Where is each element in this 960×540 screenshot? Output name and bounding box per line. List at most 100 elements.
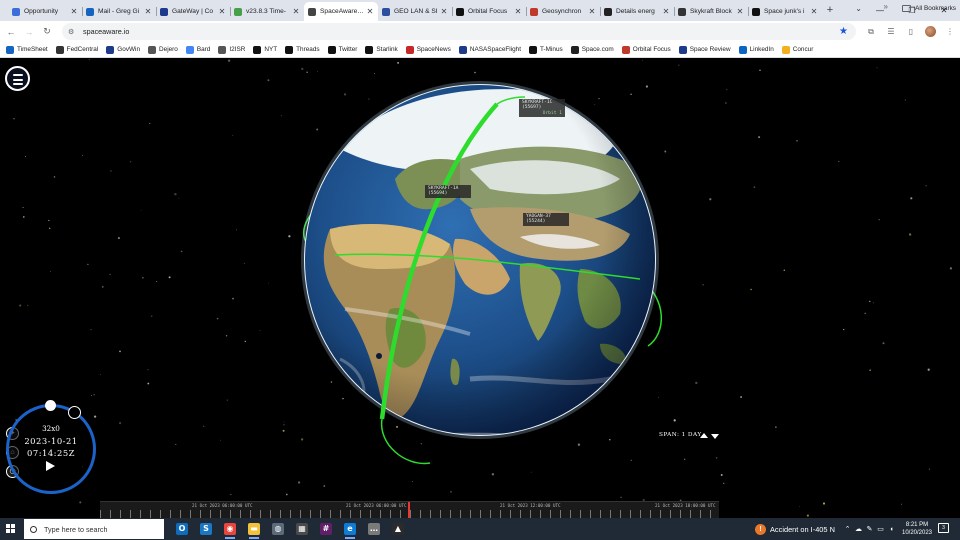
satellite-marker[interactable] xyxy=(376,353,382,359)
extensions-icon[interactable]: ⧉ xyxy=(861,27,881,37)
bookmark-spacenews[interactable]: SpaceNews xyxy=(402,45,455,54)
star xyxy=(598,97,600,100)
show-hidden-icons-icon[interactable]: ⌃ xyxy=(842,525,853,533)
bookmark-twitter[interactable]: Twitter xyxy=(324,45,362,54)
star xyxy=(373,73,375,75)
network-icon[interactable]: ◍ xyxy=(266,518,290,540)
back-button[interactable]: ← xyxy=(2,27,20,37)
tab-11[interactable]: Space junk's i ✕ xyxy=(748,2,822,21)
s-app-icon[interactable]: S xyxy=(194,518,218,540)
pen-icon[interactable]: ✎ xyxy=(864,525,875,533)
news-widget[interactable]: ! Accident on I-405 N xyxy=(755,518,835,540)
bookmark-i2isr[interactable]: I2ISR xyxy=(214,45,249,54)
tab-3[interactable]: GateWay | Co ✕ xyxy=(156,2,230,21)
bookmark-dejero[interactable]: Dejero xyxy=(144,45,182,54)
taskbar-search-box[interactable]: Type here to search xyxy=(24,519,164,539)
bookmark-linkedin[interactable]: LinkedIn xyxy=(735,45,778,54)
reload-button[interactable]: ↻ xyxy=(38,26,56,37)
tab-close-icon[interactable]: ✕ xyxy=(514,7,522,16)
bookmark-bard[interactable]: Bard xyxy=(182,45,215,54)
photos-icon[interactable]: ▲ xyxy=(386,518,410,540)
star xyxy=(110,170,112,172)
tab-close-icon[interactable]: ✕ xyxy=(588,7,596,16)
bookmark-space-review[interactable]: Space Review xyxy=(675,45,735,54)
bookmark-nasaspaceflight[interactable]: NASASpaceFlight xyxy=(455,45,525,54)
media-queue-icon[interactable]: ☰ xyxy=(881,27,901,36)
windows-start-icon[interactable] xyxy=(0,518,22,540)
bookmark-nyt[interactable]: NYT xyxy=(249,45,281,54)
bookmark-star-icon[interactable]: ★ xyxy=(839,26,848,37)
star xyxy=(753,186,756,188)
calculator-icon[interactable]: ▦ xyxy=(290,518,314,540)
chat-icon[interactable]: … xyxy=(362,518,386,540)
tab-close-icon[interactable]: ✕ xyxy=(440,7,448,16)
battery-icon[interactable]: ▭ xyxy=(875,525,886,533)
taskbar-clock[interactable]: 8:21 PM 10/20/2023 xyxy=(900,521,934,537)
tab-4[interactable]: v23.8.3 Time- ✕ xyxy=(230,2,304,21)
space-scene[interactable] xyxy=(0,59,960,518)
tab-close-icon[interactable]: ✕ xyxy=(292,7,300,16)
bookmark-orbital-focus[interactable]: Orbital Focus xyxy=(618,45,675,54)
taskbar-apps: O S ◉ ▬ ◍ ▦ # e… ▲ xyxy=(170,518,410,540)
bookmark-fedcentral[interactable]: FedCentral xyxy=(52,45,103,54)
speed-knob[interactable] xyxy=(45,400,56,411)
bookmark-starlink[interactable]: Starlink xyxy=(361,45,401,54)
bookmark-concur[interactable]: Concur xyxy=(778,45,818,54)
time-control-dial[interactable]: 32x0 2023-10-21 07:14:25Z xyxy=(6,404,96,494)
tab-6[interactable]: GEO LAN & SI ✕ xyxy=(378,2,452,21)
bookmark-timesheet[interactable]: TimeSheet xyxy=(2,45,52,54)
satellite-label-yaogan-37[interactable]: YAOGAN-37 (55244) xyxy=(523,213,569,226)
span-increase-icon[interactable] xyxy=(700,433,708,438)
tab-5[interactable]: SpaceAware.io ✕ xyxy=(304,2,378,21)
play-icon[interactable] xyxy=(46,461,55,471)
tab-9[interactable]: Details energ ✕ xyxy=(600,2,674,21)
site-info-icon[interactable]: ⚙ xyxy=(68,28,76,36)
address-bar[interactable]: ⚙ spaceaware.io ★ xyxy=(62,23,856,40)
star xyxy=(474,71,476,74)
globe-viewport[interactable]: SKYKRAFT-1C (55697) Orbit 1 SKYKRAFT-1A … xyxy=(0,59,960,518)
tab-2[interactable]: Mail - Greg Gi ✕ xyxy=(82,2,156,21)
edge-icon[interactable]: e xyxy=(338,518,362,540)
profile-avatar[interactable] xyxy=(925,26,936,37)
satellite-label-skykraft-1a[interactable]: SKYKRAFT-1A (55694) xyxy=(425,185,471,198)
browser-menu-icon[interactable]: ⋮ xyxy=(940,27,960,36)
tab-close-icon[interactable]: ✕ xyxy=(218,7,226,16)
outlook-icon[interactable]: O xyxy=(170,518,194,540)
more-bookmarks-icon[interactable]: » xyxy=(884,2,888,11)
forward-button[interactable]: → xyxy=(20,27,38,37)
timeline-bar[interactable]: 21 Oct 2023 06:00:00 UTC 21 Oct 2023 06:… xyxy=(100,501,719,518)
time-knob[interactable] xyxy=(68,406,81,419)
tab-search-icon[interactable]: ⌄ xyxy=(855,4,862,13)
timeline-cursor[interactable] xyxy=(408,502,410,518)
file-explorer-icon[interactable]: ▬ xyxy=(242,518,266,540)
chrome-icon[interactable]: ◉ xyxy=(218,518,242,540)
all-bookmarks-button[interactable]: All Bookmarks xyxy=(902,0,956,16)
star xyxy=(301,67,304,71)
volume-icon[interactable]: ◖ xyxy=(886,526,897,533)
tab-8[interactable]: Geosynchron ✕ xyxy=(526,2,600,21)
new-tab-button[interactable]: + xyxy=(822,2,838,21)
satellite-label-skykraft-1c[interactable]: SKYKRAFT-1C (55697) Orbit 1 xyxy=(519,99,565,118)
cloud-icon[interactable]: ☁ xyxy=(853,525,864,533)
bookmark-govwin[interactable]: GovWin xyxy=(102,45,144,54)
tab-close-icon[interactable]: ✕ xyxy=(70,7,78,16)
notification-icon[interactable]: 3 xyxy=(938,523,949,533)
bookmark-space-com[interactable]: Space.com xyxy=(567,45,618,54)
span-decrease-icon[interactable] xyxy=(711,434,719,439)
side-panel-icon[interactable]: ▯ xyxy=(901,27,921,36)
earth-globe[interactable] xyxy=(301,81,659,459)
minimize-button[interactable]: — xyxy=(864,0,896,21)
bookmark-threads[interactable]: Threads xyxy=(281,45,323,54)
star xyxy=(872,302,875,304)
tab-close-icon[interactable]: ✕ xyxy=(662,7,670,16)
tab-7[interactable]: Orbital Focus ✕ xyxy=(452,2,526,21)
tab-close-icon[interactable]: ✕ xyxy=(810,7,818,16)
tab-1[interactable]: Opportunity ✕ xyxy=(8,2,82,21)
slack-icon[interactable]: # xyxy=(314,518,338,540)
bookmark-t-minus[interactable]: T-Minus xyxy=(525,45,567,54)
main-menu-button[interactable] xyxy=(5,66,30,91)
tab-10[interactable]: Skykraft Block ✕ xyxy=(674,2,748,21)
tab-close-icon[interactable]: ✕ xyxy=(144,7,152,16)
tab-close-icon[interactable]: ✕ xyxy=(366,7,374,16)
tab-close-icon[interactable]: ✕ xyxy=(736,7,744,16)
